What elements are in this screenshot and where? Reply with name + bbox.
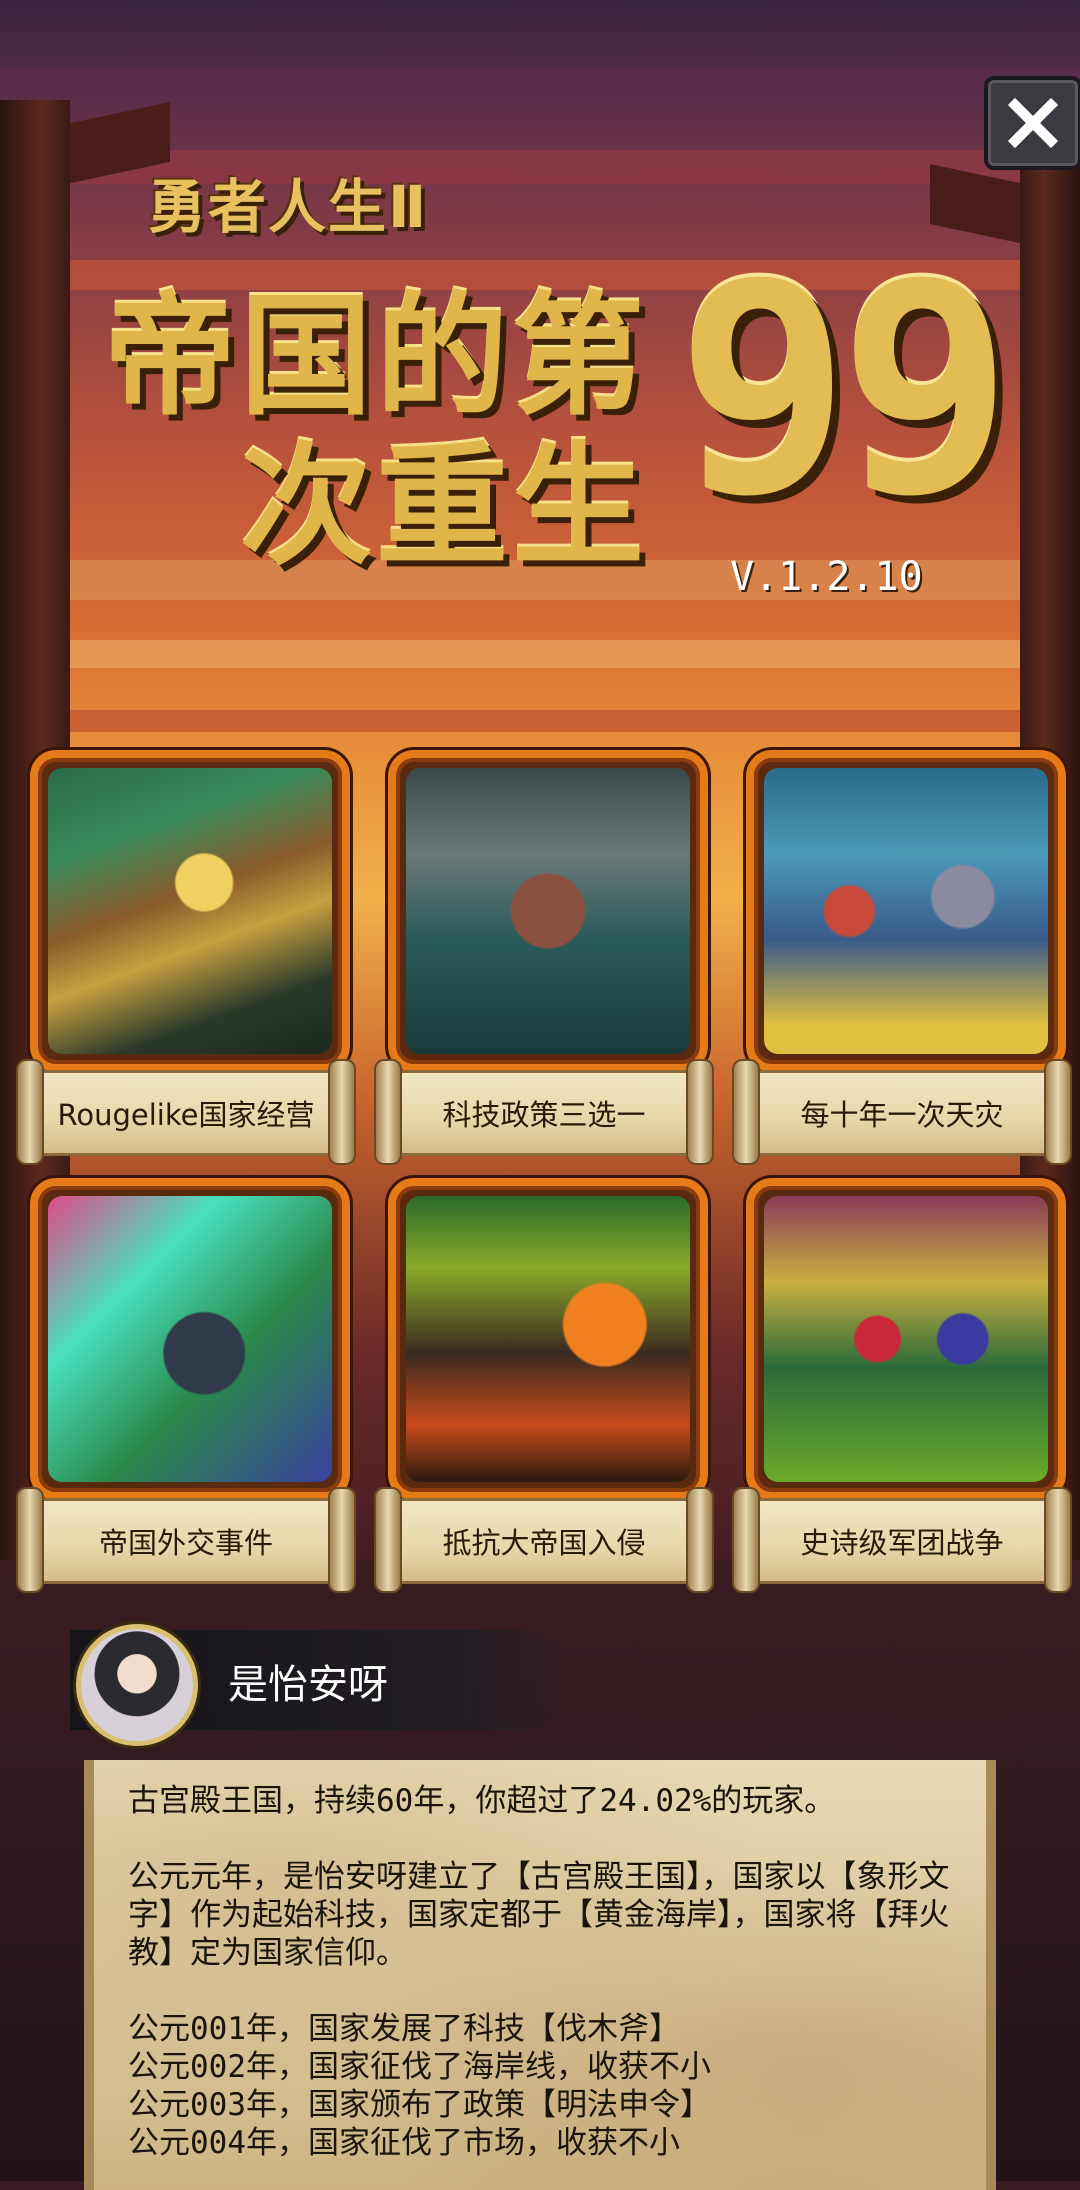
burning-city-art (406, 1196, 690, 1482)
army-march-art (764, 1196, 1048, 1482)
record-log: 公元001年，国家发展了科技【伐木斧】 公元002年，国家征伐了海岸线，收获不小… (128, 2010, 952, 2162)
title-number: 99 (676, 222, 1013, 559)
feature-label: 史诗级军团战争 (732, 1487, 1072, 1593)
game-title-logo: 勇者人生Ⅱ 帝国的第 次重生 99 V.1.2.10 (0, 0, 1080, 620)
record-summary: 古宫殿王国，持续60年，你超过了24.02%的玩家。 (128, 1783, 836, 1819)
avatar[interactable] (76, 1624, 198, 1746)
feature-label: 抵抗大帝国入侵 (374, 1487, 714, 1593)
feature-label: 帝国外交事件 (16, 1487, 356, 1593)
game-subtitle: 勇者人生Ⅱ (148, 173, 429, 241)
log-entry: 公元003年，国家颁布了政策【明法申令】 (128, 2087, 711, 2123)
record-founding: 公元元年，是怡安呀建立了【古宫殿王国】，国家以【象形文字】作为起始科技，国家定都… (128, 1859, 950, 1971)
log-entry: 公元001年，国家发展了科技【伐木斧】 (128, 2011, 680, 2047)
title-line-2: 次重生 (240, 430, 648, 584)
log-entry: 公元002年，国家征伐了海岸线，收获不小 (128, 2049, 711, 2085)
statue-art (406, 768, 690, 1054)
version-label: V.1.2.10 (730, 554, 923, 600)
village-art (48, 768, 332, 1054)
feature-label: 每十年一次天灾 (732, 1059, 1072, 1165)
player-name: 是怡安呀 (228, 1662, 388, 1708)
warrior-art (48, 1196, 332, 1482)
feature-label: 科技政策三选一 (374, 1059, 714, 1165)
knights-battle-art (764, 768, 1048, 1054)
log-entry: 公元004年，国家征伐了市场，收获不小 (128, 2125, 680, 2161)
kingdom-record-scroll[interactable]: 古宫殿王国，持续60年，你超过了24.02%的玩家。 公元元年，是怡安呀建立了【… (84, 1760, 996, 2190)
feature-label: Rougelike国家经营 (16, 1059, 356, 1165)
